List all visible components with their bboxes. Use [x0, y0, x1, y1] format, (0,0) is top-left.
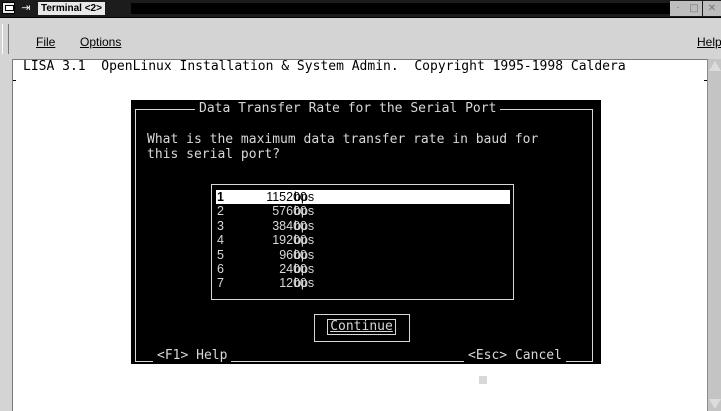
- option-unit: bps: [294, 218, 315, 233]
- window-menu-icon[interactable]: [2, 2, 15, 14]
- baud-option-6[interactable]: 6 2400 bps: [216, 262, 510, 276]
- menu-file-label: File: [36, 35, 56, 49]
- option-unit: bps: [294, 261, 315, 276]
- option-number: 5: [217, 247, 224, 262]
- option-number: 2: [217, 204, 224, 219]
- option-unit: bps: [294, 190, 315, 204]
- minimize-button[interactable]: ·: [670, 1, 686, 16]
- baud-option-2[interactable]: 2 57600 bps: [216, 204, 510, 218]
- option-unit: bps: [294, 233, 315, 248]
- baud-option-7[interactable]: 7 1200 bps: [216, 276, 510, 290]
- maximize-button[interactable]: □: [686, 1, 702, 16]
- esc-cancel-hint: <Esc> Cancel: [464, 349, 566, 363]
- option-number: 4: [217, 233, 224, 248]
- dialog-question: What is the maximum data transfer rate i…: [147, 132, 539, 162]
- option-unit: bps: [294, 204, 315, 219]
- lisa-header: LISA 3.1 OpenLinux Installation & System…: [23, 59, 626, 74]
- menu-options[interactable]: Options: [80, 35, 121, 49]
- menu-bar-grip[interactable]: [2, 24, 9, 54]
- baud-option-5[interactable]: 5 9600 bps: [216, 248, 510, 262]
- menu-help[interactable]: Help: [697, 35, 721, 49]
- title-bar: ⇥ Terminal <2> · □ ✕: [0, 0, 721, 18]
- option-number: 1: [217, 190, 224, 204]
- menu-file[interactable]: File: [36, 35, 55, 49]
- menu-bar: File Options Help: [0, 18, 721, 59]
- baud-rate-list[interactable]: 1 115200 bps 2 57600 bps 3 38400 bps 4 19200 bps 5 96…: [211, 184, 514, 384]
- baud-option-4[interactable]: 4 19200 bps: [216, 233, 510, 247]
- continue-button-frame: Continue: [314, 314, 410, 342]
- option-unit: bps: [294, 276, 315, 291]
- pin-icon[interactable]: ⇥: [19, 2, 33, 14]
- close-button[interactable]: ✕: [703, 1, 721, 16]
- option-unit: bps: [294, 247, 315, 262]
- scroll-down-icon[interactable]: [709, 399, 721, 409]
- baud-rate-options: 1 115200 bps 2 57600 bps 3 38400 bps 4 19200 bps 5 96…: [216, 190, 510, 291]
- baud-option-1[interactable]: 1 115200 bps: [216, 190, 510, 205]
- baud-rate-dialog: Data Transfer Rate for the Serial Port W…: [131, 100, 601, 384]
- option-number: 7: [217, 276, 224, 291]
- terminal-scrollbar[interactable]: [707, 59, 721, 411]
- option-number: 3: [217, 218, 224, 233]
- scroll-up-icon[interactable]: [709, 61, 721, 71]
- baud-option-3[interactable]: 3 38400 bps: [216, 219, 510, 233]
- title-bar-fill: [131, 3, 674, 14]
- option-number: 6: [217, 261, 224, 276]
- menu-help-label: Help: [697, 35, 721, 49]
- window-title: Terminal <2>: [38, 2, 105, 15]
- menu-options-label: Options: [80, 35, 122, 49]
- f1-help-hint: <F1> Help: [153, 349, 232, 363]
- list-scroll-thumb[interactable]: [479, 376, 487, 384]
- dialog-title: Data Transfer Rate for the Serial Port: [195, 102, 501, 116]
- continue-button[interactable]: Continue: [327, 319, 396, 335]
